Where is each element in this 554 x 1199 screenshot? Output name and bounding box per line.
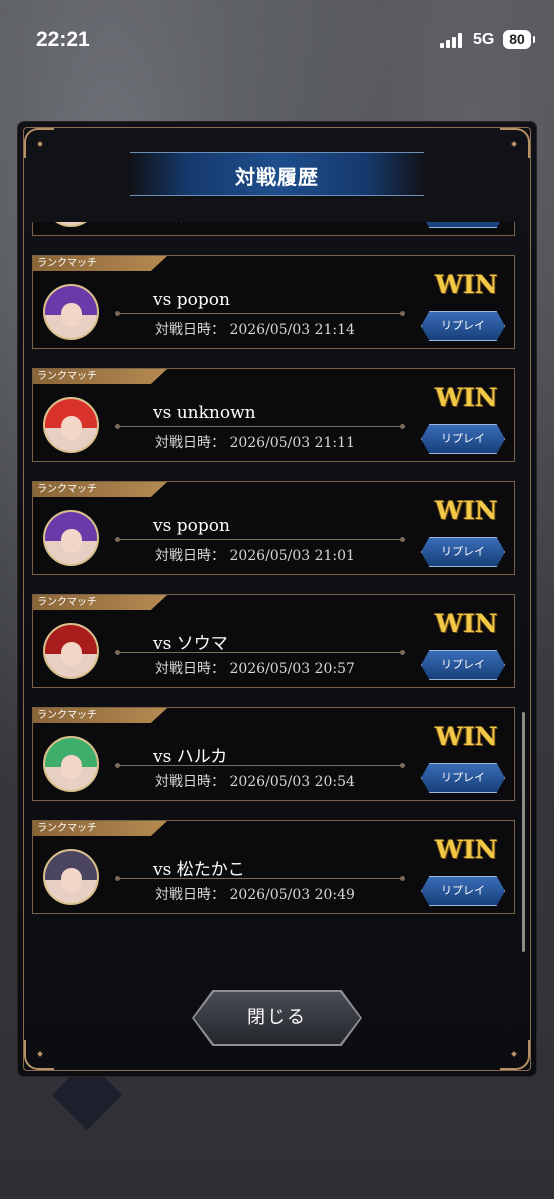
result-badge: WIN [435, 270, 498, 299]
replay-button[interactable]: リプレイ [421, 876, 505, 906]
match-card: ランクマッチ vs ハルカ対戦日時： 2026/05/03 20:54 WIN リプレ… [32, 707, 515, 801]
divider [115, 876, 405, 881]
status-time: 22:21 [36, 28, 90, 51]
opponent-avatar [43, 736, 99, 792]
opponent-name: vs 松たかこ [153, 860, 245, 880]
match-card: ランクマッチ vs unknown 対戦日時： 2026/05/03 21:11 WI… [32, 368, 515, 462]
frame-corner [24, 128, 54, 158]
result-badge: WIN [435, 496, 498, 525]
divider [115, 650, 405, 655]
match-datetime: 対戦日時： 2026/05/03 20:57 [155, 661, 355, 677]
result-badge: WIN [435, 722, 498, 751]
frame-corner [500, 1040, 530, 1070]
replay-button[interactable]: リプレイ [421, 424, 505, 454]
opponent-name: vs popon [153, 516, 230, 536]
rank-match-tag: ランクマッチ [33, 595, 167, 610]
result-badge: WIN [435, 835, 498, 864]
opponent-avatar [43, 623, 99, 679]
match-history-dialog: 対戦履歴 ランクマッチvs リア対戦日時： 2026/05/03 21:18WI… [18, 122, 536, 1076]
frame-ornament [511, 141, 517, 147]
match-card: ランクマッチvs リア対戦日時： 2026/05/03 21:18WINリプレイ [32, 222, 515, 236]
replay-button[interactable]: リプレイ [421, 650, 505, 680]
frame-ornament [37, 1051, 43, 1057]
opponent-avatar [43, 397, 99, 453]
opponent-name: vs popon [153, 290, 230, 310]
opponent-name: vs ハルカ [153, 747, 228, 767]
match-datetime: 対戦日時： 2026/05/03 21:11 [155, 435, 355, 451]
close-button[interactable]: 閉じる [194, 992, 360, 1044]
opponent-name: vs ソウマ [153, 634, 228, 654]
frame-ornament [37, 141, 43, 147]
match-datetime: 対戦日時： 2026/05/03 21:18 [155, 222, 355, 226]
network-type: 5G [473, 31, 495, 48]
match-datetime: 対戦日時： 2026/05/03 20:49 [155, 887, 355, 903]
match-datetime: 対戦日時： 2026/05/03 21:01 [155, 548, 355, 564]
avatar-face [60, 302, 83, 327]
frame-corner [24, 1040, 54, 1070]
scrollbar[interactable] [522, 712, 525, 952]
rank-match-tag: ランクマッチ [33, 821, 167, 836]
avatar-face [60, 641, 83, 666]
match-card: ランクマッチ vs popon 対戦日時： 2026/05/03 21:01 WIN リ… [32, 481, 515, 575]
match-datetime: 対戦日時： 2026/05/03 20:54 [155, 774, 355, 790]
match-card: ランクマッチ vs ソウマ対戦日時： 2026/05/03 20:57 WIN リプレ… [32, 594, 515, 688]
divider [115, 424, 405, 429]
divider [115, 537, 405, 542]
battery-icon: 80 [503, 30, 535, 49]
rank-match-tag: ランクマッチ [33, 482, 167, 497]
replay-button[interactable]: リプレイ [421, 763, 505, 793]
dialog-title: 対戦履歴 [235, 165, 319, 189]
avatar-face [60, 415, 83, 440]
frame-ornament [511, 1051, 517, 1057]
replay-button[interactable]: リプレイ [421, 537, 505, 567]
rank-match-tag: ランクマッチ [33, 369, 167, 384]
avatar-face [60, 867, 83, 892]
replay-button[interactable]: リプレイ [421, 311, 505, 341]
match-list[interactable]: ランクマッチvs リア対戦日時： 2026/05/03 21:18WINリプレイ… [32, 222, 516, 958]
divider [115, 311, 405, 316]
avatar-face [60, 754, 83, 779]
divider [115, 763, 405, 768]
match-datetime: 対戦日時： 2026/05/03 21:14 [155, 322, 355, 338]
replay-button[interactable]: リプレイ [421, 222, 505, 228]
rank-match-tag: ランクマッチ [33, 256, 167, 271]
opponent-name: vs unknown [153, 403, 256, 423]
opponent-avatar [43, 849, 99, 905]
result-badge: WIN [435, 383, 498, 412]
frame-corner [500, 128, 530, 158]
match-card: ランクマッチ vs popon 対戦日時： 2026/05/03 21:14 WIN リ… [32, 255, 515, 349]
opponent-avatar [43, 284, 99, 340]
opponent-avatar [43, 222, 99, 227]
status-bar: 22:21 5G 80 [0, 0, 554, 84]
cellular-signal-icon [440, 32, 466, 48]
opponent-avatar [43, 510, 99, 566]
rank-match-tag: ランクマッチ [33, 708, 167, 723]
result-badge: WIN [435, 609, 498, 638]
avatar-face [60, 528, 83, 553]
dialog-title-banner: 対戦履歴 [130, 152, 424, 196]
match-card: ランクマッチ vs 松たかこ対戦日時： 2026/05/03 20:49 WIN リプ… [32, 820, 515, 914]
